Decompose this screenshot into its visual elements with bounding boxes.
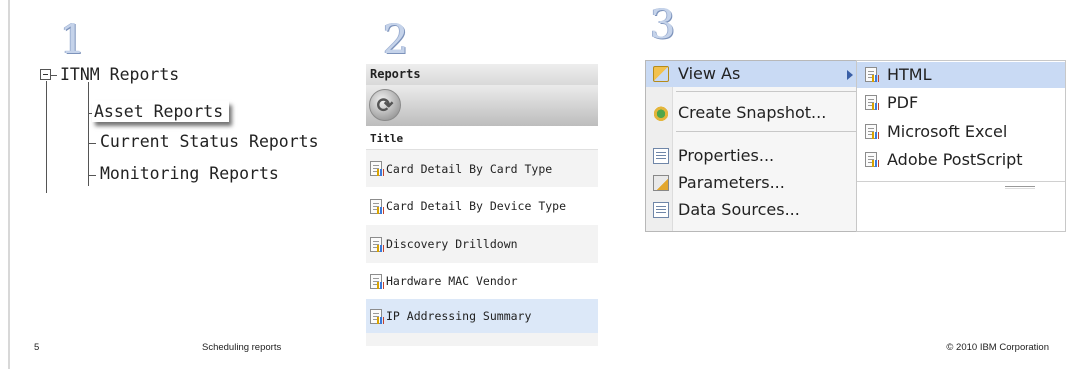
report-icon	[865, 152, 879, 167]
report-row-label: Card Detail By Card Type	[386, 161, 553, 176]
submenu-item-pdf[interactable]: PDF	[857, 90, 1065, 116]
step-number-3: 3	[650, 2, 676, 48]
report-icon	[865, 67, 879, 82]
report-row-selected[interactable]: IP Addressing Summary	[366, 299, 598, 333]
menu-item-view-as[interactable]: View As	[646, 61, 856, 87]
tree-connector	[88, 143, 96, 144]
tree-trunk-line	[46, 81, 47, 193]
refresh-icon[interactable]: ⟳	[369, 89, 401, 121]
submenu-item-label: Adobe PostScript	[887, 150, 1023, 169]
report-row-label: IP Addressing Summary	[386, 309, 532, 323]
step-number-1: 1	[60, 17, 86, 63]
tree-branch-line	[88, 82, 89, 186]
menu-item-properties[interactable]: Properties...	[646, 143, 856, 169]
report-icon	[370, 273, 384, 289]
report-row[interactable]: Card Detail By Device Type	[366, 187, 598, 225]
copyright: © 2010 IBM Corporation	[946, 342, 1049, 353]
report-row-label: Card Detail By Device Type	[386, 199, 567, 213]
report-icon	[865, 95, 879, 110]
tree-root-itnm-reports[interactable]: ITNM Reports	[60, 65, 179, 84]
snapshot-icon	[653, 105, 669, 121]
tree-item-current-status-reports[interactable]: Current Status Reports	[100, 132, 319, 151]
menu-separator	[676, 131, 856, 132]
tree-connector	[51, 75, 57, 76]
footer-title: Scheduling reports	[202, 342, 282, 353]
report-icon	[370, 308, 384, 324]
tree-item-monitoring-reports[interactable]: Monitoring Reports	[100, 164, 279, 183]
report-row[interactable]: Hardware MAC Vendor	[366, 263, 598, 299]
submenu-item-postscript[interactable]: Adobe PostScript	[857, 147, 1065, 173]
data-sources-icon	[653, 202, 669, 218]
properties-icon	[653, 148, 669, 164]
report-row-label: Discovery Drilldown	[386, 237, 518, 251]
parameters-icon	[653, 175, 669, 191]
resize-grip-icon[interactable]	[1005, 186, 1035, 187]
menu-item-data-sources[interactable]: Data Sources...	[646, 197, 856, 223]
report-icon	[370, 161, 384, 176]
view-as-icon	[653, 66, 669, 82]
submenu-divider	[857, 181, 1065, 182]
page-number: 5	[34, 342, 40, 353]
menu-item-label: View As	[678, 64, 741, 83]
menu-item-label: Parameters...	[678, 173, 785, 192]
report-icon	[865, 124, 879, 139]
submenu-item-label: Microsoft Excel	[887, 122, 1008, 141]
tree-connector	[88, 175, 96, 176]
submenu-arrow-icon	[847, 70, 853, 80]
tree-item-asset-reports[interactable]: Asset Reports	[92, 101, 230, 122]
reports-panel: Reports ⟳ Title Card Detail By Card Type…	[366, 64, 598, 346]
submenu-item-label: HTML	[887, 65, 932, 84]
view-as-submenu: HTML PDF Microsoft Excel Adobe PostScrip…	[856, 60, 1066, 232]
slide-border	[8, 0, 10, 369]
menu-item-label: Create Snapshot...	[678, 103, 827, 122]
menu-separator	[676, 91, 856, 92]
report-row[interactable]: Card Detail By Card Type	[366, 150, 598, 187]
step-number-2: 2	[383, 17, 409, 63]
menu-item-label: Properties...	[678, 146, 775, 165]
report-row[interactable]: Discovery Drilldown	[366, 225, 598, 263]
menu-item-create-snapshot[interactable]: Create Snapshot...	[646, 100, 856, 126]
report-row-label: Hardware MAC Vendor	[386, 274, 518, 288]
report-icon	[370, 198, 384, 214]
reports-toolbar: ⟳	[366, 85, 598, 126]
collapse-icon[interactable]	[40, 69, 51, 80]
menu-item-label: Data Sources...	[678, 200, 800, 219]
column-header-title[interactable]: Title	[366, 126, 598, 150]
menu-item-parameters[interactable]: Parameters...	[646, 170, 856, 196]
report-tree: ITNM Reports Asset Reports Current Statu…	[34, 60, 354, 195]
submenu-item-html[interactable]: HTML	[857, 62, 1065, 88]
submenu-item-excel[interactable]: Microsoft Excel	[857, 119, 1065, 145]
context-menu: View As Create Snapshot... Properties...…	[645, 60, 857, 232]
reports-header: Reports	[366, 64, 598, 85]
report-icon	[370, 236, 384, 252]
submenu-item-label: PDF	[887, 93, 919, 112]
